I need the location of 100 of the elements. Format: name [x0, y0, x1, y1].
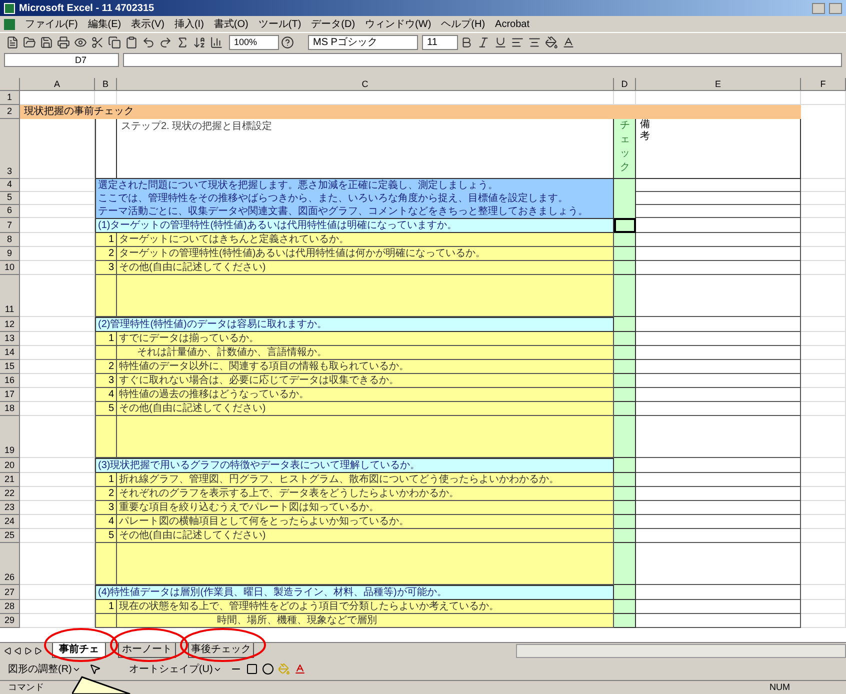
row-number[interactable]: 12	[0, 317, 20, 332]
row-number[interactable]: 1	[0, 91, 20, 105]
row-number[interactable]: 19	[0, 416, 20, 458]
row-number[interactable]: 6	[0, 205, 20, 218]
column-header[interactable]: C	[117, 78, 614, 91]
next-sheet-icon[interactable]	[24, 646, 32, 654]
row-number[interactable]: 24	[0, 515, 20, 529]
sigma-icon[interactable]	[176, 36, 189, 49]
selected-cell[interactable]	[614, 218, 636, 233]
autoshape-menu[interactable]: オートシェイプ(U)	[124, 662, 226, 676]
row-number[interactable]: 27	[0, 585, 20, 600]
row-number[interactable]: 22	[0, 487, 20, 501]
row-number[interactable]: 20	[0, 458, 20, 473]
grid-cell	[801, 317, 846, 332]
font-color-icon[interactable]	[562, 36, 575, 49]
grid-cell	[614, 332, 636, 346]
font-size-field[interactable]: 11	[422, 35, 458, 50]
row-number[interactable]: 15	[0, 360, 20, 374]
column-header[interactable]: D	[614, 78, 636, 91]
font-color-icon[interactable]	[294, 663, 306, 675]
grid-cell	[614, 205, 636, 218]
sort-icon[interactable]	[193, 36, 206, 49]
row-number[interactable]: 25	[0, 529, 20, 543]
draw-menu[interactable]: 図形の調整(R)	[4, 662, 85, 676]
preview-icon[interactable]	[74, 36, 87, 49]
fill-color-icon[interactable]	[545, 36, 558, 49]
grid-cell	[95, 275, 117, 317]
printer-icon[interactable]	[57, 36, 70, 49]
row-number[interactable]: 29	[0, 614, 20, 628]
first-sheet-icon[interactable]	[4, 646, 12, 654]
folder-icon[interactable]	[23, 36, 36, 49]
font-field[interactable]: MS Pゴシック	[308, 35, 418, 50]
bold-icon[interactable]	[460, 36, 473, 49]
align-left-icon[interactable]	[511, 36, 524, 49]
chart-icon[interactable]	[210, 36, 223, 49]
formula-field[interactable]	[123, 53, 842, 67]
menu-item[interactable]: Acrobat	[495, 16, 530, 32]
redo-icon[interactable]	[159, 36, 172, 49]
horizontal-scrollbar[interactable]	[516, 644, 846, 658]
align-center-icon[interactable]	[528, 36, 541, 49]
grid-cell	[614, 402, 636, 416]
menu-item[interactable]: ヘルプ(H)	[441, 16, 486, 32]
column-header[interactable]: B	[95, 78, 117, 91]
zoom-field[interactable]: 100%	[229, 35, 279, 50]
pointer-icon[interactable]	[88, 663, 101, 675]
last-sheet-icon[interactable]	[34, 646, 42, 654]
rectangle-icon[interactable]	[246, 663, 258, 675]
menu-item[interactable]: ファイル(F)	[25, 16, 78, 32]
row-number[interactable]: 14	[0, 346, 20, 360]
row-number[interactable]: 13	[0, 332, 20, 346]
grid-cell	[614, 179, 636, 192]
menu-item[interactable]: 編集(E)	[88, 16, 122, 32]
clipboard-icon[interactable]	[125, 36, 138, 49]
previous-sheet-icon[interactable]	[14, 646, 22, 654]
check-item: その他(自由に記述してください)	[117, 529, 614, 543]
row-number[interactable]: 10	[0, 261, 20, 275]
help-icon[interactable]	[281, 36, 294, 49]
row-number[interactable]: 28	[0, 600, 20, 614]
grid-cell	[801, 179, 846, 192]
row-number[interactable]: 26	[0, 543, 20, 585]
fill-color-icon[interactable]	[278, 663, 290, 675]
grid-cell	[801, 487, 846, 501]
row-number[interactable]: 9	[0, 247, 20, 261]
sheet-tab[interactable]: ホーノート	[118, 643, 176, 658]
italic-icon[interactable]	[477, 36, 490, 49]
menu-item[interactable]: データ(D)	[311, 16, 356, 32]
intro-text: 選定された問題について現状を把握します。悪さ加減を正確に定義し、測定しましょう。	[95, 179, 614, 192]
menu-item[interactable]: 書式(O)	[214, 16, 248, 32]
row-number[interactable]: 17	[0, 388, 20, 402]
row-number[interactable]: 18	[0, 402, 20, 416]
select-all-corner[interactable]	[0, 78, 20, 91]
row-number[interactable]: 4	[0, 179, 20, 192]
row-number[interactable]: 8	[0, 233, 20, 247]
row-number[interactable]: 23	[0, 501, 20, 515]
menu-item[interactable]: ツール(T)	[258, 16, 302, 32]
scissors-icon[interactable]	[91, 36, 104, 49]
column-header[interactable]: E	[636, 78, 801, 91]
save-icon[interactable]	[40, 36, 53, 49]
row-number[interactable]: 7	[0, 218, 20, 233]
menu-item[interactable]: 挿入(I)	[174, 16, 204, 32]
new-file-icon[interactable]	[6, 36, 19, 49]
grid-cell	[801, 515, 846, 529]
column-header[interactable]: F	[801, 78, 846, 91]
row-number[interactable]: 3	[0, 119, 20, 179]
row-number[interactable]: 16	[0, 374, 20, 388]
workbook-icon	[4, 18, 15, 30]
menu-item[interactable]: 表示(V)	[131, 16, 164, 32]
sheet-tab[interactable]: 事後チェック	[188, 643, 254, 658]
name-box[interactable]: D7	[4, 53, 119, 67]
menu-item[interactable]: ウィンドウ(W)	[365, 16, 432, 32]
row-number[interactable]: 21	[0, 473, 20, 487]
column-header[interactable]: A	[20, 78, 95, 91]
oval-icon[interactable]	[262, 663, 274, 675]
copy-icon[interactable]	[108, 36, 121, 49]
row-number[interactable]: 2	[0, 105, 20, 119]
sheet-tab[interactable]: 事前チェ	[52, 643, 106, 658]
row-number[interactable]: 11	[0, 275, 20, 317]
underline-icon[interactable]	[494, 36, 507, 49]
undo-icon[interactable]	[142, 36, 155, 49]
row-number[interactable]: 5	[0, 192, 20, 205]
